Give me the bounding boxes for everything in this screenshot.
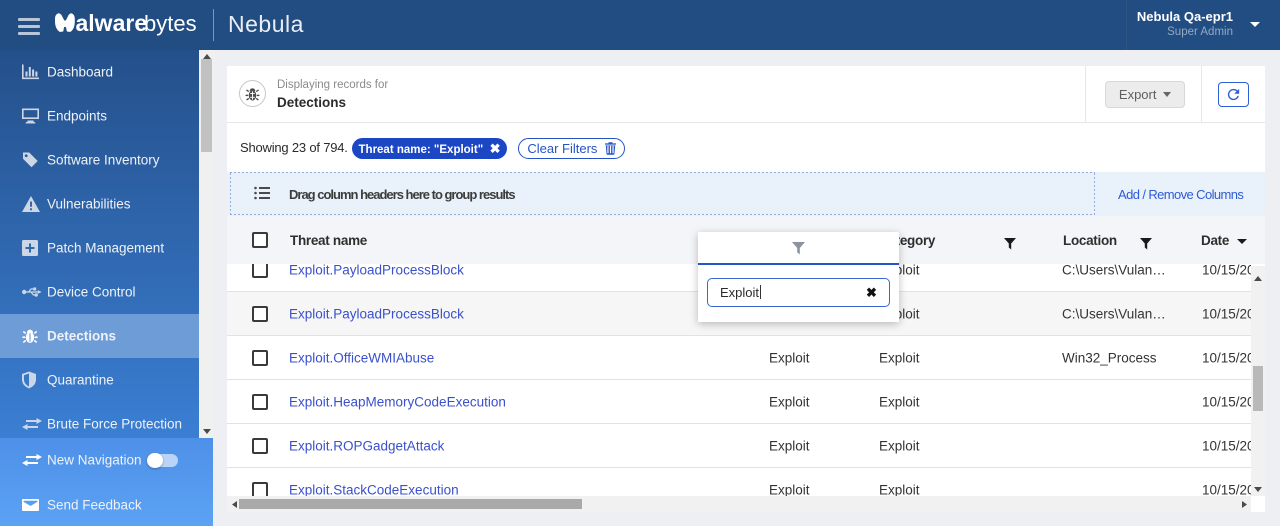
svg-text:bytes: bytes — [144, 12, 197, 36]
svg-text:alware: alware — [76, 12, 148, 36]
